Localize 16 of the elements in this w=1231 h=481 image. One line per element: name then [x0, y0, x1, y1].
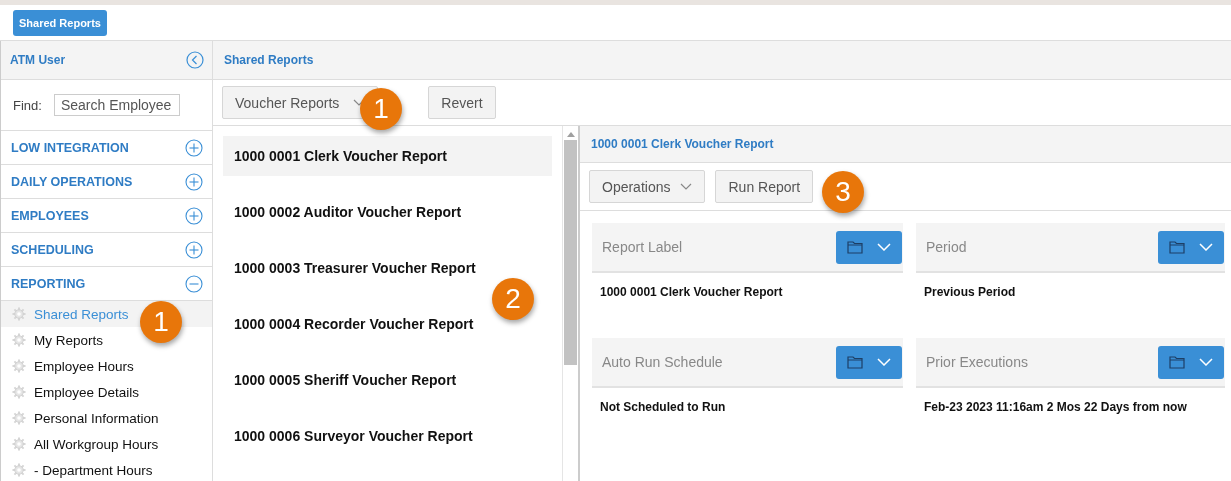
find-label: Find:	[13, 97, 42, 113]
breadcrumb: Shared Reports	[223, 53, 314, 67]
callout-tooltip: 2	[492, 278, 534, 320]
card-value: Previous Period	[923, 284, 1017, 301]
callout-tooltip: 1	[360, 88, 402, 130]
callout-tooltip: 1	[140, 301, 182, 343]
card-title: Prior Executions	[926, 354, 1028, 370]
card-title: Report Label	[602, 239, 683, 255]
card-value: Feb-23 2023 11:16am 2 Mos 22 Days from now	[923, 399, 1188, 416]
card-value: Not Scheduled to Run	[599, 399, 727, 416]
card-value: 1000 0001 Clerk Voucher Report	[599, 284, 784, 301]
card-title: Auto Run Schedule	[602, 354, 723, 370]
callout-tooltip: 3	[822, 171, 864, 213]
user-name: ATM User	[10, 53, 66, 67]
report-title: 1000 0001 Clerk Voucher Report	[591, 137, 774, 151]
card-title: Period	[926, 239, 967, 255]
